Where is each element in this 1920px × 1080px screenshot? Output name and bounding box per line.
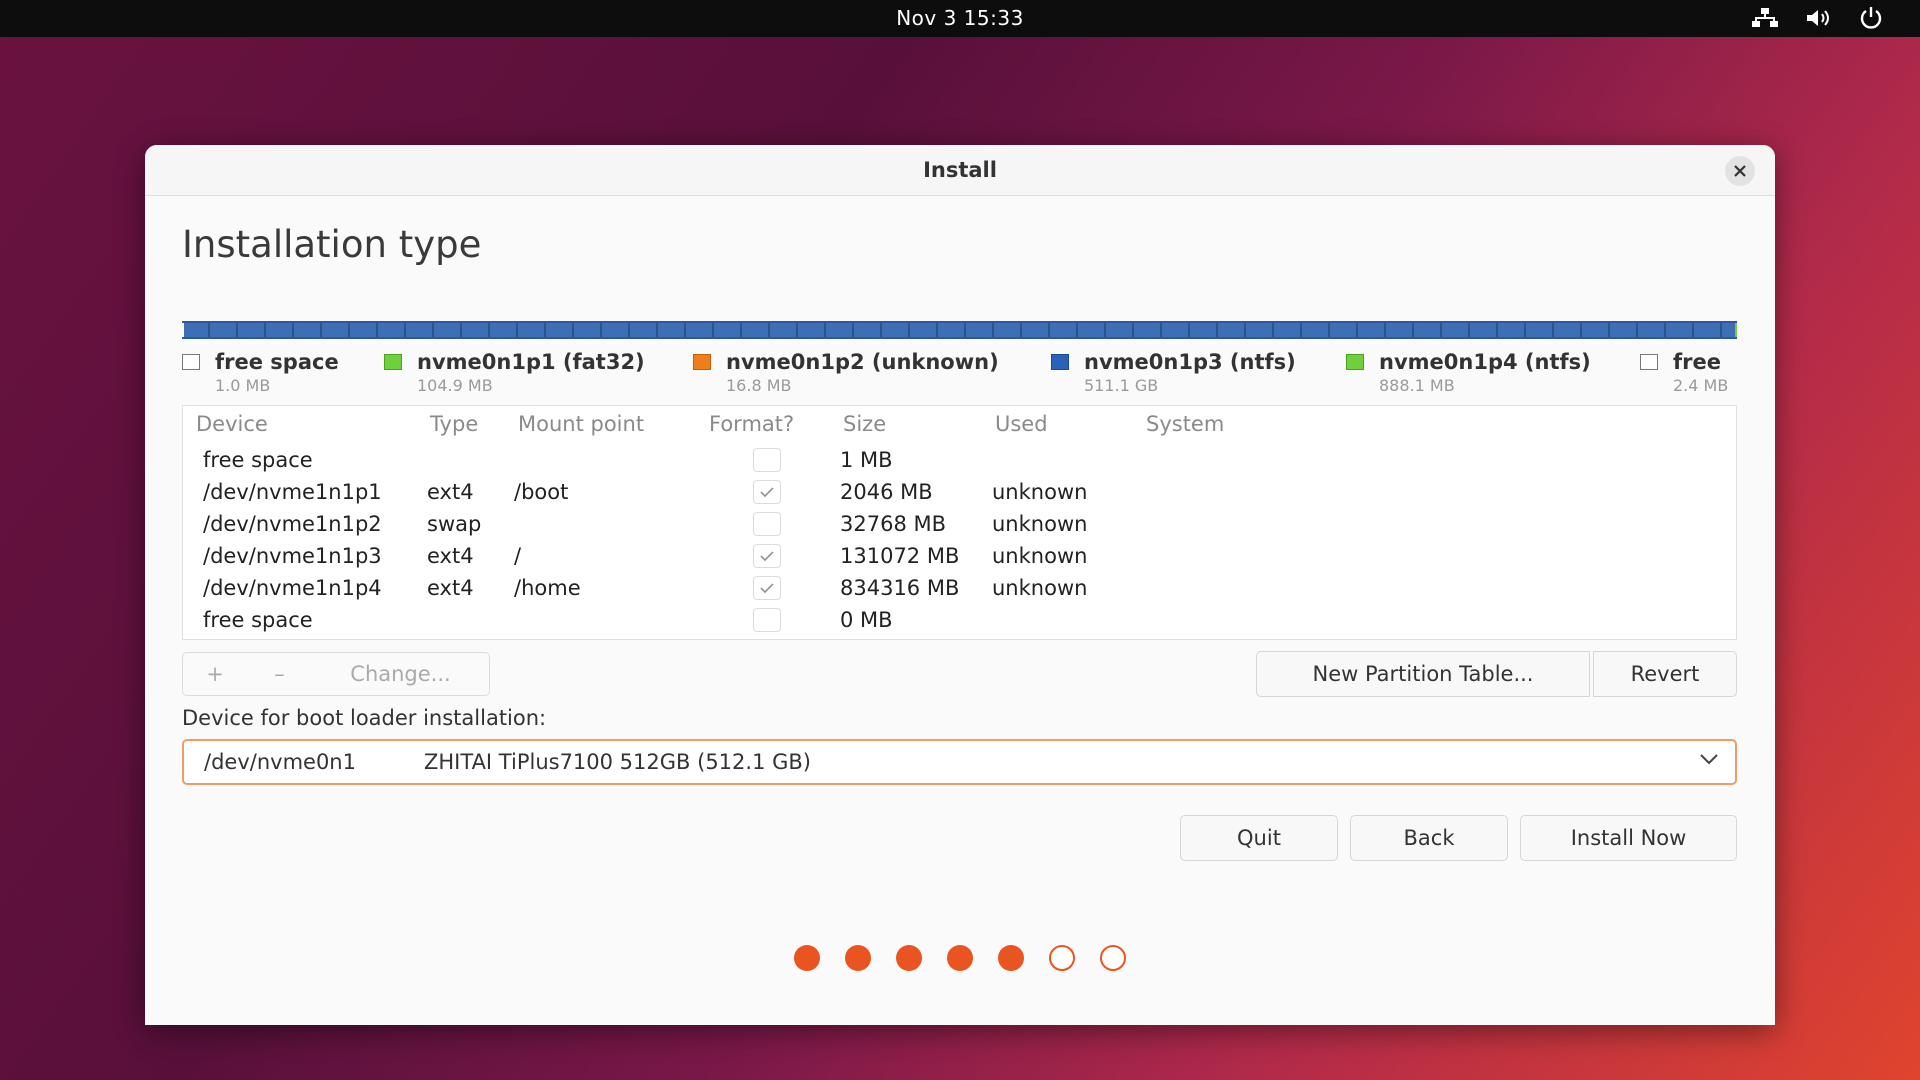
install-dialog: Install Installation type free space 1.0…	[145, 145, 1775, 1025]
progress-dots	[145, 945, 1775, 971]
legend-swatch	[1346, 354, 1364, 370]
table-row[interactable]: /dev/nvme1n1p1 ext4 /boot 2046 MB unknow…	[183, 477, 1736, 509]
format-checkbox[interactable]	[753, 480, 781, 504]
check-icon	[760, 583, 774, 594]
progress-dot	[845, 945, 871, 971]
page-title: Installation type	[182, 223, 482, 266]
partition-segment-end	[1735, 323, 1737, 337]
column-header-mount[interactable]: Mount point	[518, 412, 644, 436]
partition-legend: free space 1.0 MB nvme0n1p1 (fat32) 104.…	[182, 350, 1737, 400]
legend-swatch	[1640, 354, 1658, 370]
progress-dot	[1049, 945, 1075, 971]
format-checkbox[interactable]	[753, 448, 781, 472]
column-header-used[interactable]: Used	[995, 412, 1048, 436]
clock[interactable]: Nov 3 15:33	[0, 6, 1920, 30]
check-icon	[760, 551, 774, 562]
power-icon[interactable]	[1856, 5, 1886, 31]
progress-dot	[947, 945, 973, 971]
column-header-device[interactable]: Device	[196, 412, 268, 436]
column-header-system[interactable]: System	[1146, 412, 1224, 436]
legend-swatch	[182, 354, 200, 370]
check-icon	[760, 487, 774, 498]
new-partition-table-button[interactable]: New Partition Table...	[1256, 651, 1590, 697]
format-checkbox[interactable]	[753, 576, 781, 600]
column-header-type[interactable]: Type	[430, 412, 478, 436]
add-partition-button[interactable]: +	[182, 652, 248, 696]
legend-swatch	[1051, 354, 1069, 370]
network-icon[interactable]	[1750, 5, 1780, 31]
column-header-format[interactable]: Format?	[709, 412, 794, 436]
progress-dot	[1100, 945, 1126, 971]
progress-dot	[896, 945, 922, 971]
top-bar: Nov 3 15:33	[0, 0, 1920, 37]
window-title: Install	[923, 158, 997, 182]
change-partition-button[interactable]: Change...	[312, 652, 490, 696]
title-bar[interactable]: Install	[145, 145, 1775, 196]
bootloader-device-path: /dev/nvme0n1	[204, 750, 356, 774]
table-row[interactable]: /dev/nvme1n1p2 swap 32768 MB unknown	[183, 509, 1736, 541]
bootloader-device-name: ZHITAI TiPlus7100 512GB (512.1 GB)	[424, 750, 811, 774]
partition-segment-free	[182, 323, 184, 337]
revert-button[interactable]: Revert	[1593, 651, 1737, 697]
partition-bar	[182, 321, 1737, 339]
format-checkbox[interactable]	[753, 544, 781, 568]
close-button[interactable]	[1725, 156, 1755, 186]
back-button[interactable]: Back	[1350, 815, 1508, 861]
table-row[interactable]: free space 1 MB	[183, 445, 1736, 477]
table-row[interactable]: free space 0 MB	[183, 605, 1736, 637]
install-now-button[interactable]: Install Now	[1520, 815, 1737, 861]
format-checkbox[interactable]	[753, 512, 781, 536]
partition-table: Device Type Mount point Format? Size Use…	[182, 405, 1737, 640]
column-header-size[interactable]: Size	[843, 412, 886, 436]
bootloader-label: Device for boot loader installation:	[182, 706, 547, 730]
legend-swatch	[693, 354, 711, 370]
format-checkbox[interactable]	[753, 608, 781, 632]
table-row[interactable]: /dev/nvme1n1p4 ext4 /home 834316 MB unkn…	[183, 573, 1736, 605]
table-row[interactable]: /dev/nvme1n1p3 ext4 / 131072 MB unknown	[183, 541, 1736, 573]
quit-button[interactable]: Quit	[1180, 815, 1338, 861]
close-icon	[1734, 165, 1746, 177]
volume-icon[interactable]	[1804, 5, 1834, 31]
progress-dot	[794, 945, 820, 971]
legend-swatch	[384, 354, 402, 370]
chevron-down-icon	[1700, 754, 1718, 765]
progress-dot	[998, 945, 1024, 971]
bootloader-device-select[interactable]: /dev/nvme0n1 ZHITAI TiPlus7100 512GB (51…	[182, 739, 1737, 785]
remove-partition-button[interactable]: –	[247, 652, 313, 696]
